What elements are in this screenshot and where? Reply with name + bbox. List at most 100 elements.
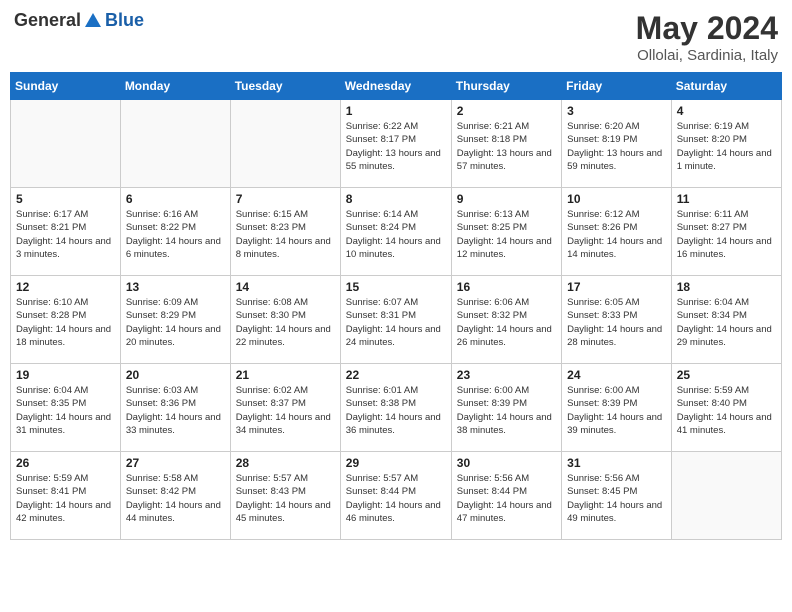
- calendar-cell: 14 Sunrise: 6:08 AMSunset: 8:30 PMDayligh…: [230, 276, 340, 364]
- day-number: 7: [236, 192, 335, 206]
- calendar-cell: 9 Sunrise: 6:13 AMSunset: 8:25 PMDaylight…: [451, 188, 561, 276]
- day-number: 4: [677, 104, 776, 118]
- day-number: 5: [16, 192, 115, 206]
- calendar-cell: 26Sunrise: 5:59 AMSunset: 8:41 PMDayligh…: [11, 452, 121, 540]
- location: Ollolai, Sardinia, Italy: [636, 47, 778, 64]
- day-number: 20: [126, 368, 225, 382]
- logo-general: General: [14, 10, 81, 31]
- day-number: 25: [677, 368, 776, 382]
- day-info: Sunrise: 6:12 AMSunset: 8:26 PMDaylight:…: [567, 208, 666, 261]
- day-info: Sunrise: 6:07 AMSunset: 8:31 PMDaylight:…: [346, 296, 446, 349]
- day-info: Sunrise: 6:17 AMSunset: 8:21 PMDaylight:…: [16, 208, 115, 261]
- calendar-cell: 2 Sunrise: 6:21 AMSunset: 8:18 PMDaylight…: [451, 100, 561, 188]
- day-number: 26: [16, 456, 115, 470]
- day-info: Sunrise: 6:01 AMSunset: 8:38 PMDaylight:…: [346, 384, 446, 437]
- logo-blue: Blue: [105, 10, 144, 31]
- calendar-cell: 23 Sunrise: 6:00 AMSunset: 8:39 PMDayligh…: [451, 364, 561, 452]
- calendar-cell: 6Sunrise: 6:16 AMSunset: 8:22 PMDaylight…: [120, 188, 230, 276]
- day-info: Sunrise: 6:20 AMSunset: 8:19 PMDaylight:…: [567, 120, 666, 173]
- day-info: Sunrise: 6:04 AMSunset: 8:35 PMDaylight:…: [16, 384, 115, 437]
- day-info: Sunrise: 6:13 AMSunset: 8:25 PMDaylight:…: [457, 208, 556, 261]
- calendar-cell: [11, 100, 121, 188]
- calendar-cell: 18 Sunrise: 6:04 AMSunset: 8:34 PMDayligh…: [671, 276, 781, 364]
- day-number: 21: [236, 368, 335, 382]
- day-number: 15: [346, 280, 446, 294]
- logo-icon: [83, 11, 103, 31]
- month-year: May 2024: [636, 10, 778, 47]
- day-info: Sunrise: 6:04 AMSunset: 8:34 PMDaylight:…: [677, 296, 776, 349]
- day-info: Sunrise: 6:00 AMSunset: 8:39 PMDaylight:…: [457, 384, 556, 437]
- calendar-cell: 5 Sunrise: 6:17 AMSunset: 8:21 PMDaylight…: [11, 188, 121, 276]
- day-info: Sunrise: 6:19 AMSunset: 8:20 PMDaylight:…: [677, 120, 776, 173]
- calendar-cell: 3 Sunrise: 6:20 AMSunset: 8:19 PMDaylight…: [562, 100, 672, 188]
- day-info: Sunrise: 5:58 AMSunset: 8:42 PMDaylight:…: [126, 472, 225, 525]
- day-info: Sunrise: 6:16 AMSunset: 8:22 PMDaylight:…: [126, 208, 225, 261]
- day-info: Sunrise: 6:06 AMSunset: 8:32 PMDaylight:…: [457, 296, 556, 349]
- day-info: Sunrise: 6:22 AMSunset: 8:17 PMDaylight:…: [346, 120, 446, 173]
- day-info: Sunrise: 5:59 AMSunset: 8:40 PMDaylight:…: [677, 384, 776, 437]
- calendar-cell: 8Sunrise: 6:14 AMSunset: 8:24 PMDaylight…: [340, 188, 451, 276]
- day-number: 28: [236, 456, 335, 470]
- calendar-cell: 28 Sunrise: 5:57 AMSunset: 8:43 PMDayligh…: [230, 452, 340, 540]
- day-number: 22: [346, 368, 446, 382]
- calendar-cell: 1Sunrise: 6:22 AMSunset: 8:17 PMDaylight…: [340, 100, 451, 188]
- day-info: Sunrise: 6:15 AMSunset: 8:23 PMDaylight:…: [236, 208, 335, 261]
- day-number: 12: [16, 280, 115, 294]
- day-info: Sunrise: 6:03 AMSunset: 8:36 PMDaylight:…: [126, 384, 225, 437]
- calendar-cell: 20 Sunrise: 6:03 AMSunset: 8:36 PMDayligh…: [120, 364, 230, 452]
- calendar-cell: 31 Sunrise: 5:56 AMSunset: 8:45 PMDayligh…: [562, 452, 672, 540]
- calendar-cell: 21Sunrise: 6:02 AMSunset: 8:37 PMDayligh…: [230, 364, 340, 452]
- weekday-header-row: SundayMondayTuesdayWednesdayThursdayFrid…: [11, 73, 782, 100]
- day-number: 3: [567, 104, 666, 118]
- week-row-3: 12 Sunrise: 6:10 AMSunset: 8:28 PMDayligh…: [11, 276, 782, 364]
- day-info: Sunrise: 6:08 AMSunset: 8:30 PMDaylight:…: [236, 296, 335, 349]
- day-info: Sunrise: 5:57 AMSunset: 8:43 PMDaylight:…: [236, 472, 335, 525]
- day-info: Sunrise: 6:00 AMSunset: 8:39 PMDaylight:…: [567, 384, 666, 437]
- calendar-cell: 11Sunrise: 6:11 AMSunset: 8:27 PMDayligh…: [671, 188, 781, 276]
- calendar-cell: 13Sunrise: 6:09 AMSunset: 8:29 PMDayligh…: [120, 276, 230, 364]
- calendar-cell: 22 Sunrise: 6:01 AMSunset: 8:38 PMDayligh…: [340, 364, 451, 452]
- calendar-cell: 24 Sunrise: 6:00 AMSunset: 8:39 PMDayligh…: [562, 364, 672, 452]
- logo: General Blue: [14, 10, 144, 31]
- day-number: 16: [457, 280, 556, 294]
- week-row-1: 1Sunrise: 6:22 AMSunset: 8:17 PMDaylight…: [11, 100, 782, 188]
- weekday-header-saturday: Saturday: [671, 73, 781, 100]
- weekday-header-thursday: Thursday: [451, 73, 561, 100]
- day-info: Sunrise: 6:11 AMSunset: 8:27 PMDaylight:…: [677, 208, 776, 261]
- calendar-cell: 10 Sunrise: 6:12 AMSunset: 8:26 PMDayligh…: [562, 188, 672, 276]
- day-info: Sunrise: 5:57 AMSunset: 8:44 PMDaylight:…: [346, 472, 446, 525]
- calendar-cell: 19 Sunrise: 6:04 AMSunset: 8:35 PMDayligh…: [11, 364, 121, 452]
- day-info: Sunrise: 5:56 AMSunset: 8:44 PMDaylight:…: [457, 472, 556, 525]
- day-number: 9: [457, 192, 556, 206]
- calendar-cell: 15 Sunrise: 6:07 AMSunset: 8:31 PMDayligh…: [340, 276, 451, 364]
- day-number: 24: [567, 368, 666, 382]
- day-number: 27: [126, 456, 225, 470]
- day-number: 19: [16, 368, 115, 382]
- calendar-cell: 4 Sunrise: 6:19 AMSunset: 8:20 PMDaylight…: [671, 100, 781, 188]
- calendar-cell: 29Sunrise: 5:57 AMSunset: 8:44 PMDayligh…: [340, 452, 451, 540]
- day-info: Sunrise: 6:10 AMSunset: 8:28 PMDaylight:…: [16, 296, 115, 349]
- page-header: General Blue May 2024 Ollolai, Sardinia,…: [10, 10, 782, 64]
- calendar-table: SundayMondayTuesdayWednesdayThursdayFrid…: [10, 72, 782, 540]
- day-number: 14: [236, 280, 335, 294]
- day-number: 13: [126, 280, 225, 294]
- calendar-cell: [230, 100, 340, 188]
- day-number: 18: [677, 280, 776, 294]
- day-number: 8: [346, 192, 446, 206]
- day-info: Sunrise: 5:56 AMSunset: 8:45 PMDaylight:…: [567, 472, 666, 525]
- day-number: 17: [567, 280, 666, 294]
- week-row-2: 5 Sunrise: 6:17 AMSunset: 8:21 PMDaylight…: [11, 188, 782, 276]
- calendar-cell: 27 Sunrise: 5:58 AMSunset: 8:42 PMDayligh…: [120, 452, 230, 540]
- calendar-cell: [671, 452, 781, 540]
- day-number: 23: [457, 368, 556, 382]
- calendar-cell: 7 Sunrise: 6:15 AMSunset: 8:23 PMDaylight…: [230, 188, 340, 276]
- title-block: May 2024 Ollolai, Sardinia, Italy: [636, 10, 778, 64]
- week-row-5: 26Sunrise: 5:59 AMSunset: 8:41 PMDayligh…: [11, 452, 782, 540]
- calendar-cell: 16 Sunrise: 6:06 AMSunset: 8:32 PMDayligh…: [451, 276, 561, 364]
- calendar-cell: 25 Sunrise: 5:59 AMSunset: 8:40 PMDayligh…: [671, 364, 781, 452]
- day-info: Sunrise: 6:21 AMSunset: 8:18 PMDaylight:…: [457, 120, 556, 173]
- day-number: 2: [457, 104, 556, 118]
- day-number: 31: [567, 456, 666, 470]
- weekday-header-monday: Monday: [120, 73, 230, 100]
- day-number: 10: [567, 192, 666, 206]
